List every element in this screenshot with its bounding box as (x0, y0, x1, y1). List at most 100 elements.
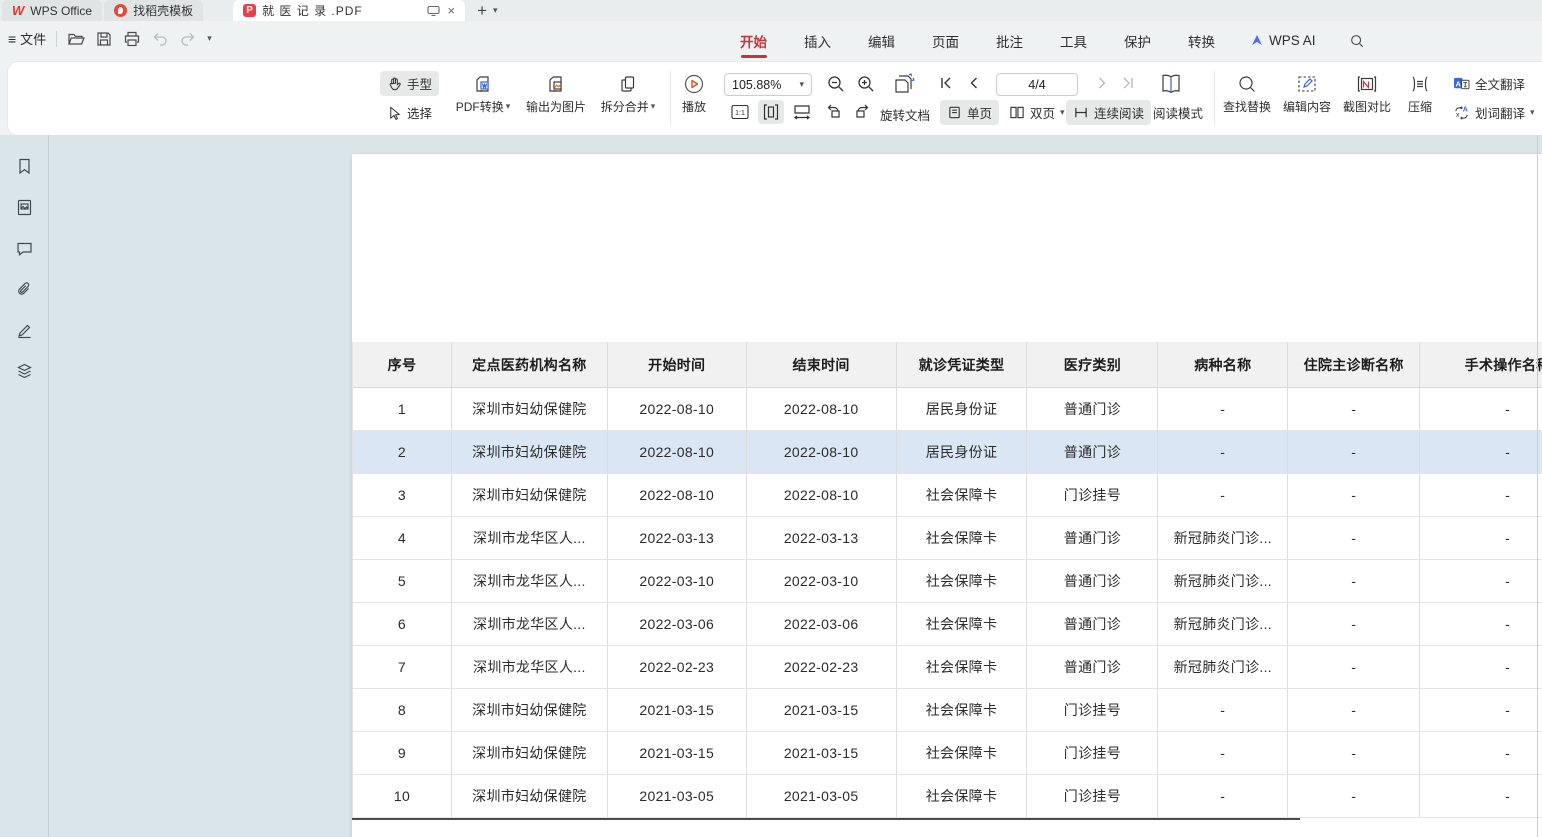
table-cell: 深圳市妇幼保健院 (452, 775, 608, 817)
actual-size-button[interactable]: 1:1 (730, 102, 750, 122)
wps-ai-button[interactable]: WPS AI (1250, 33, 1316, 48)
single-page-button[interactable]: 单页 (940, 100, 999, 125)
rotate-doc-label[interactable]: 旋转文档 (880, 105, 930, 124)
tab-pdf-document[interactable]: P 就 医 记 录 .PDF × (233, 0, 465, 21)
fit-height-button[interactable] (758, 100, 784, 124)
read-mode-label: 阅读模式 (1153, 103, 1203, 122)
table-cell: 2022-08-10 (747, 388, 897, 430)
menu-convert[interactable]: 转换 (1186, 22, 1217, 60)
pdf-page[interactable]: 序号定点医药机构名称开始时间结束时间就诊凭证类型医疗类别病种名称住院主诊断名称手… (352, 154, 1542, 837)
menu-page[interactable]: 页面 (930, 22, 961, 60)
file-menu-button[interactable]: ≡ 文件 (8, 29, 46, 48)
menu-search-icon[interactable] (1349, 33, 1365, 49)
word-translate-icon: Ax (1453, 105, 1470, 120)
find-replace-label: 查找替换 (1223, 98, 1271, 115)
table-cell: 2022-08-10 (747, 474, 897, 516)
find-replace-button[interactable]: 查找替换 (1220, 72, 1274, 115)
table-row: 3深圳市妇幼保健院2022-08-102022-08-10社会保障卡门诊挂号--… (353, 474, 1542, 517)
docer-logo-icon (114, 4, 127, 17)
wps-logo-icon: W (12, 3, 24, 18)
tab-wps-office[interactable]: W WPS Office (2, 0, 102, 21)
table-cell: 2022-08-10 (608, 431, 747, 473)
read-mode-button[interactable]: 阅读模式 (1146, 100, 1210, 125)
continuous-read-button[interactable]: 连续阅读 (1066, 100, 1151, 125)
table-cell: 1 (353, 388, 452, 430)
layers-icon[interactable] (15, 362, 34, 381)
zoom-level-select[interactable]: 105.88% ▾ (724, 73, 812, 96)
undo-icon[interactable] (151, 30, 169, 48)
table-cell: 门诊挂号 (1027, 689, 1158, 731)
fit-height-icon (762, 103, 780, 121)
left-sidebar-rail (0, 135, 49, 837)
pdf-file-icon: P (243, 4, 256, 17)
next-page-icon[interactable] (1094, 75, 1110, 91)
bookmark-icon[interactable] (15, 157, 34, 176)
vertical-scrollbar[interactable] (1537, 135, 1538, 837)
table-cell: 普通门诊 (1027, 646, 1158, 688)
play-button[interactable]: 播放 (674, 72, 714, 115)
table-cell: 2021-03-15 (747, 732, 897, 774)
edit-content-button[interactable]: 编辑内容 (1280, 72, 1334, 115)
last-page-icon[interactable] (1120, 75, 1136, 91)
prev-page-icon[interactable] (966, 75, 982, 91)
new-tab-icon[interactable]: + (477, 2, 487, 19)
word-translate-button[interactable]: Ax 划词翻译 ▾ (1446, 100, 1542, 125)
screenshot-compare-button[interactable]: 截图对比 (1340, 72, 1394, 115)
full-translate-button[interactable]: A 全文翻译 (1446, 71, 1532, 96)
table-cell: 普通门诊 (1027, 560, 1158, 602)
table-cell: 10 (353, 775, 452, 817)
screenshot-compare-label: 截图对比 (1343, 98, 1391, 115)
close-tab-icon[interactable]: × (448, 4, 456, 17)
chevron-down-icon: ▾ (1060, 108, 1065, 117)
table-cell: 深圳市妇幼保健院 (452, 431, 608, 473)
menu-comment[interactable]: 批注 (994, 22, 1025, 60)
split-merge-button[interactable]: 拆分合并▾ (596, 72, 660, 115)
table-cell: 居民身份证 (897, 388, 1028, 430)
tab-docer-templates[interactable]: 找稻壳模板 (104, 0, 203, 21)
tab-list-chevron-icon[interactable]: ▾ (493, 6, 498, 15)
cursor-icon (387, 105, 402, 120)
continuous-read-label: 连续阅读 (1094, 103, 1144, 122)
open-file-icon[interactable] (67, 30, 85, 48)
double-page-button[interactable]: 双页 ▾ (1002, 100, 1072, 125)
zoom-out-icon[interactable] (826, 74, 846, 94)
wps-ai-icon (1250, 34, 1264, 47)
thumbnails-icon[interactable] (15, 198, 34, 217)
attachments-icon[interactable] (15, 280, 34, 299)
read-mode-book-icon[interactable] (1158, 71, 1184, 97)
print-icon[interactable] (123, 30, 141, 48)
zoom-in-icon[interactable] (856, 74, 876, 94)
select-tool-button[interactable]: 选择 (380, 100, 439, 125)
export-image-button[interactable]: 输出为图片 (521, 72, 591, 115)
redo-icon[interactable] (179, 30, 197, 48)
compress-button[interactable]: 压缩 (1400, 72, 1440, 115)
comments-icon[interactable] (15, 239, 34, 258)
present-to-screen-icon[interactable] (427, 5, 440, 17)
table-cell: 2022-03-06 (747, 603, 897, 645)
hand-tool-button[interactable]: 手型 (380, 71, 439, 96)
single-page-label: 单页 (967, 103, 992, 122)
quickbar-chevron-icon[interactable]: ▾ (207, 34, 212, 43)
full-translate-icon: A (1453, 76, 1470, 91)
table-row: 5深圳市龙华区人...2022-03-102022-03-10社会保障卡普通门诊… (353, 560, 1542, 603)
menu-insert[interactable]: 插入 (802, 22, 833, 60)
first-page-icon[interactable] (938, 75, 954, 91)
page-number-input[interactable] (996, 73, 1078, 96)
menu-home[interactable]: 开始 (738, 22, 769, 60)
rotate-left-icon[interactable] (824, 102, 844, 120)
fit-width-button[interactable] (792, 102, 812, 120)
table-cell: 2022-03-06 (608, 603, 747, 645)
menu-tools[interactable]: 工具 (1058, 22, 1089, 60)
table-cell: 社会保障卡 (897, 474, 1028, 516)
save-icon[interactable] (95, 30, 113, 48)
pdf-convert-button[interactable]: PDF转换▾ (452, 72, 514, 115)
table-cell: - (1158, 431, 1288, 473)
menu-protect[interactable]: 保护 (1122, 22, 1153, 60)
table-cell: 2022-02-23 (608, 646, 747, 688)
table-cell: 普通门诊 (1027, 603, 1158, 645)
menu-edit[interactable]: 编辑 (866, 22, 897, 60)
table-cell: 2022-03-10 (608, 560, 747, 602)
signature-icon[interactable] (15, 321, 34, 340)
rotate-right-icon[interactable] (852, 102, 872, 120)
fit-page-icon[interactable] (892, 72, 918, 96)
